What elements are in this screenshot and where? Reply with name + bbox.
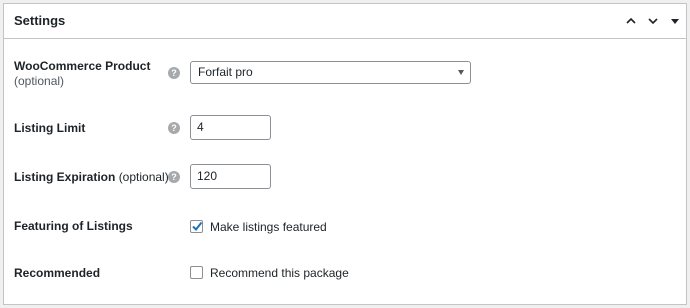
product-sublabel: (optional): [14, 74, 65, 88]
listing-limit-input[interactable]: 4: [190, 115, 271, 140]
product-select-value: Forfait pro: [198, 65, 253, 79]
featuring-label: Featuring of Listings: [14, 219, 133, 233]
panel-title: Settings: [14, 13, 66, 28]
listing-expiration-label: Listing Expiration (optional): [14, 170, 169, 185]
move-down-button[interactable]: [644, 12, 662, 30]
recommend-checkbox[interactable]: [190, 266, 203, 279]
settings-panel: Settings WooCommerce Product (optional) …: [3, 3, 687, 305]
panel-header: Settings: [4, 4, 686, 39]
product-label: WooCommerce Product: [14, 59, 151, 73]
checkmark-icon: [192, 221, 203, 232]
chevron-up-icon: [626, 17, 636, 24]
featured-checkbox-label[interactable]: Make listings featured: [210, 220, 327, 235]
recommend-checkbox-label[interactable]: Recommend this package: [210, 266, 349, 281]
triangle-down-icon: [671, 19, 679, 24]
recommended-label: Recommended: [14, 266, 101, 280]
help-icon[interactable]: ?: [168, 171, 180, 183]
dropdown-arrow-icon: [458, 70, 464, 75]
move-up-button[interactable]: [622, 12, 640, 30]
listing-expiration-label-text: Listing Expiration: [14, 170, 116, 184]
toggle-panel-button[interactable]: [666, 12, 684, 30]
product-select[interactable]: Forfait pro: [190, 61, 471, 84]
listing-expiration-input[interactable]: 120: [190, 164, 271, 189]
featured-checkbox[interactable]: [190, 220, 203, 233]
listing-limit-label: Listing Limit: [14, 121, 86, 135]
listing-expiration-optional: (optional): [118, 170, 169, 184]
help-icon[interactable]: ?: [168, 67, 180, 79]
help-icon[interactable]: ?: [168, 122, 180, 134]
chevron-down-icon: [648, 18, 658, 25]
